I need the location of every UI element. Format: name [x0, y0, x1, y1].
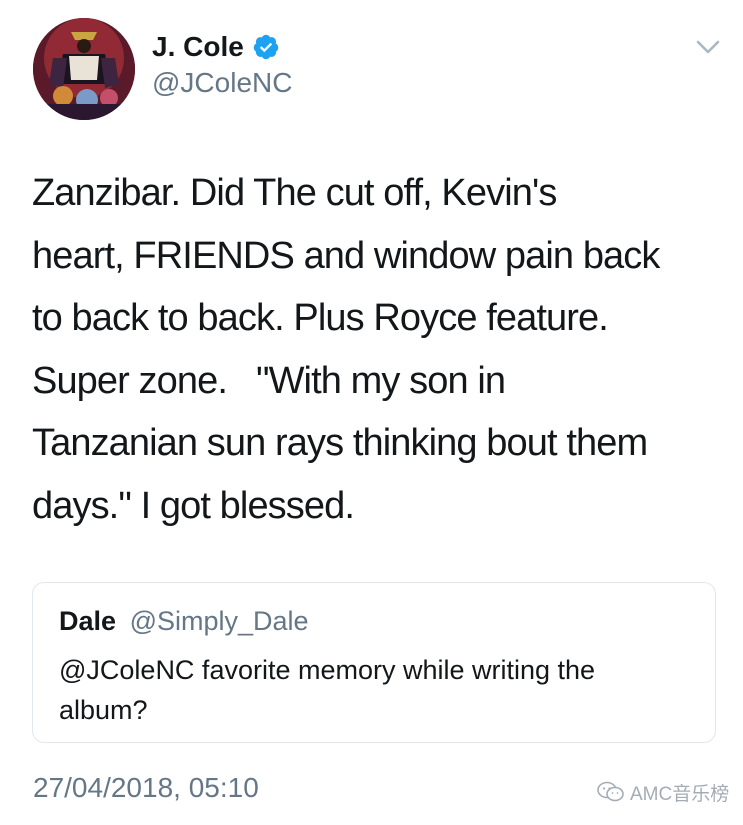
author-display-name[interactable]: J. Cole: [152, 30, 244, 64]
chevron-down-icon[interactable]: [694, 36, 722, 58]
watermark: AMC音乐榜: [596, 779, 729, 805]
avatar[interactable]: [33, 18, 135, 120]
author-name-row: J. Cole: [152, 30, 280, 64]
quoted-tweet-text: @JColeNC favorite memory while writing t…: [59, 650, 699, 730]
author-handle[interactable]: @JColeNC: [152, 66, 292, 100]
quoted-text-line: album?: [59, 695, 148, 725]
quoted-tweet-header: Dale @Simply_Dale: [59, 603, 309, 639]
tweet-text-line: Zanzibar. Did The cut off, Kevin's: [32, 172, 557, 214]
tweet-text: Zanzibar. Did The cut off, Kevin's heart…: [32, 162, 727, 538]
quoted-text-line: @JColeNC favorite memory while writing t…: [59, 655, 596, 685]
quoted-author-handle: @Simply_Dale: [129, 606, 309, 636]
quoted-author-name: Dale: [59, 606, 117, 636]
tweet-text-line: to back to back. Plus Royce feature.: [32, 297, 609, 340]
wechat-icon: [597, 781, 624, 802]
tweet-text-line: heart, FRIENDS and window pain back: [32, 234, 660, 277]
watermark-text: AMC音乐榜: [630, 783, 730, 805]
album-cover-avatar-icon: [33, 18, 135, 120]
tweet-timestamp[interactable]: 27/04/2018, 05:10: [33, 770, 259, 806]
tweet-text-line: days." I got blessed.: [32, 484, 355, 527]
tweet-text-line: Tanzanian sun rays thinking bout them: [32, 422, 648, 465]
tweet-text-line: Super zone. "With my son in: [32, 359, 506, 402]
tweet-card: J. Cole @JColeNC Zanzibar. Did The cut o…: [0, 0, 743, 825]
verified-badge-icon: [252, 33, 280, 61]
quoted-tweet-card[interactable]: Dale @Simply_Dale @JColeNC favorite memo…: [32, 582, 716, 743]
